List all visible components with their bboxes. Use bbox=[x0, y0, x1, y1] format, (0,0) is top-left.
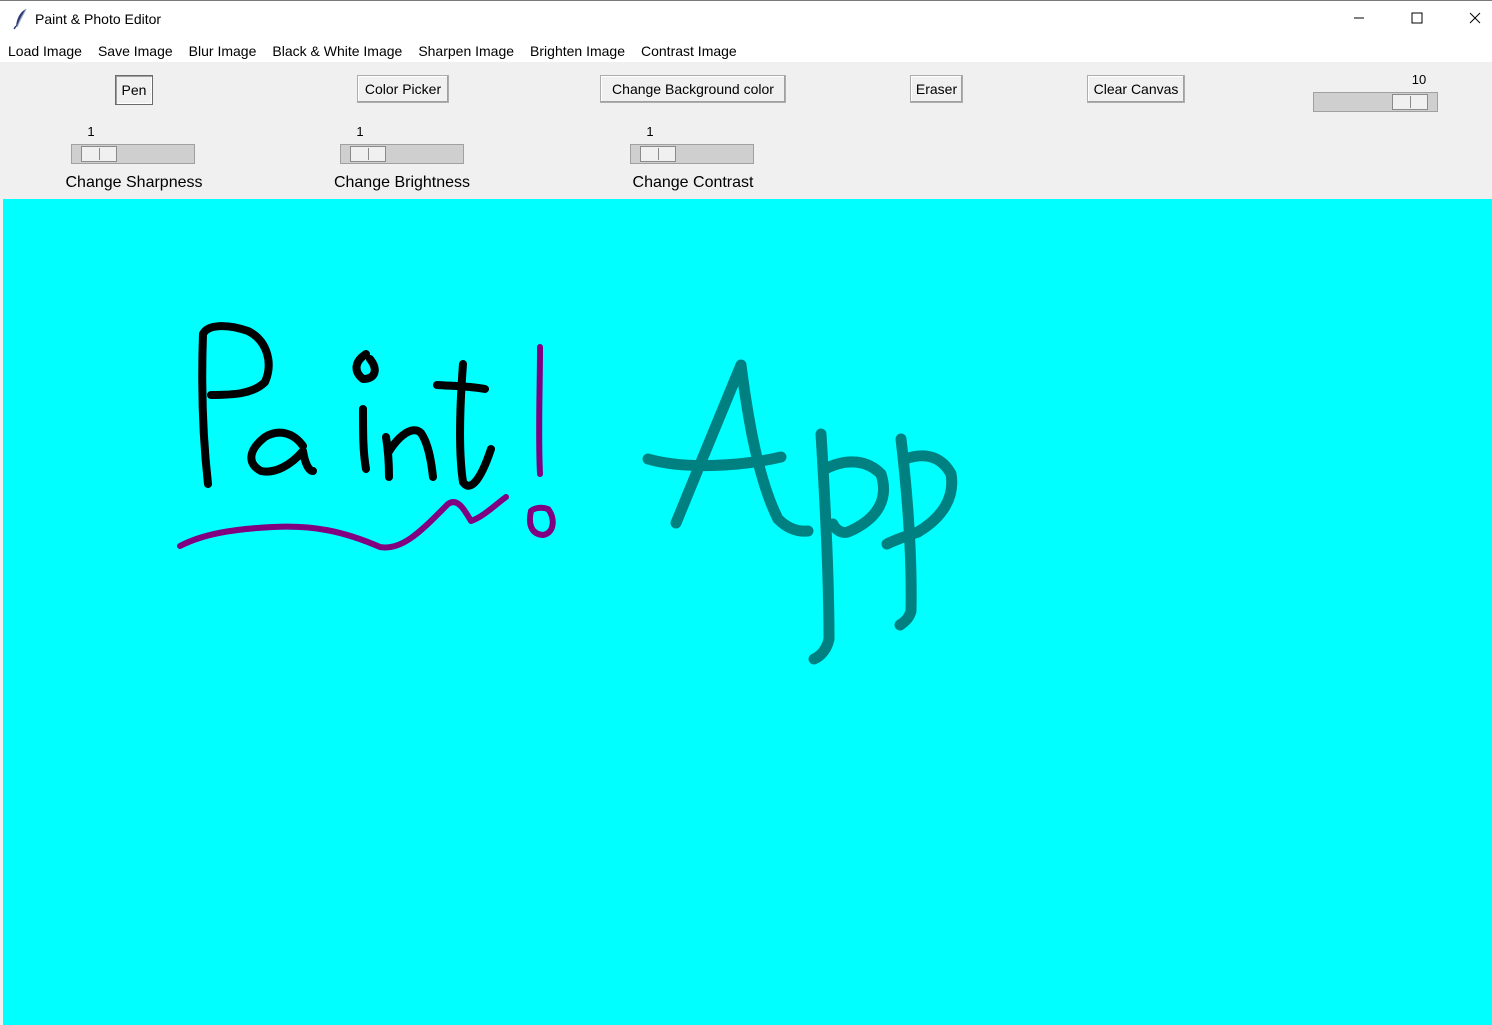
canvas-drawing bbox=[177, 322, 958, 665]
menu-brighten-image[interactable]: Brighten Image bbox=[522, 39, 633, 62]
change-background-color-button[interactable]: Change Background color bbox=[600, 75, 786, 103]
app-window: Paint & Photo Editor Load Image Save Ima… bbox=[0, 0, 1492, 1025]
minimize-icon bbox=[1353, 11, 1365, 29]
eraser-button[interactable]: Eraser bbox=[910, 75, 963, 103]
menu-blur-image[interactable]: Blur Image bbox=[181, 39, 265, 62]
maximize-button[interactable] bbox=[1388, 1, 1446, 39]
color-picker-button[interactable]: Color Picker bbox=[357, 75, 449, 103]
underline-stroke bbox=[177, 494, 509, 551]
toolbar: Pen Color Picker Change Background color… bbox=[0, 62, 1492, 199]
brush-size-slider-thumb[interactable] bbox=[1392, 94, 1428, 110]
menu-black-white-image[interactable]: Black & White Image bbox=[264, 39, 410, 62]
menu-save-image[interactable]: Save Image bbox=[90, 39, 181, 62]
menu-bar: Load Image Save Image Blur Image Black &… bbox=[0, 39, 1492, 62]
title-bar[interactable]: Paint & Photo Editor bbox=[0, 0, 1492, 39]
menu-load-image[interactable]: Load Image bbox=[0, 39, 90, 62]
brush-size-value: 10 bbox=[1411, 72, 1427, 87]
contrast-label: Change Contrast bbox=[632, 174, 754, 191]
close-icon bbox=[1469, 11, 1481, 29]
app-word-stroke bbox=[642, 359, 958, 665]
menu-contrast-image[interactable]: Contrast Image bbox=[633, 39, 745, 62]
brush-size-slider[interactable] bbox=[1313, 92, 1438, 112]
drawing-canvas[interactable] bbox=[3, 199, 1492, 1025]
minimize-button[interactable] bbox=[1330, 1, 1388, 39]
sharpness-slider-thumb[interactable] bbox=[81, 146, 117, 162]
paint-word-stroke bbox=[198, 322, 495, 490]
sharpness-label: Change Sharpness bbox=[65, 174, 203, 191]
menu-sharpen-image[interactable]: Sharpen Image bbox=[410, 39, 522, 62]
exclamation-stroke bbox=[526, 344, 556, 538]
sharpness-slider[interactable] bbox=[71, 144, 195, 164]
window-title: Paint & Photo Editor bbox=[35, 11, 162, 27]
clear-canvas-button[interactable]: Clear Canvas bbox=[1087, 75, 1185, 103]
brightness-label: Change Brightness bbox=[333, 174, 471, 191]
pen-button[interactable]: Pen bbox=[115, 75, 153, 105]
contrast-value: 1 bbox=[646, 124, 654, 139]
maximize-icon bbox=[1411, 11, 1423, 29]
feather-icon bbox=[12, 8, 30, 30]
close-button[interactable] bbox=[1446, 1, 1492, 39]
contrast-slider-thumb[interactable] bbox=[640, 146, 676, 162]
sharpness-value: 1 bbox=[87, 124, 95, 139]
brightness-slider-thumb[interactable] bbox=[350, 146, 386, 162]
brightness-slider[interactable] bbox=[340, 144, 464, 164]
brightness-value: 1 bbox=[356, 124, 364, 139]
contrast-slider[interactable] bbox=[630, 144, 754, 164]
